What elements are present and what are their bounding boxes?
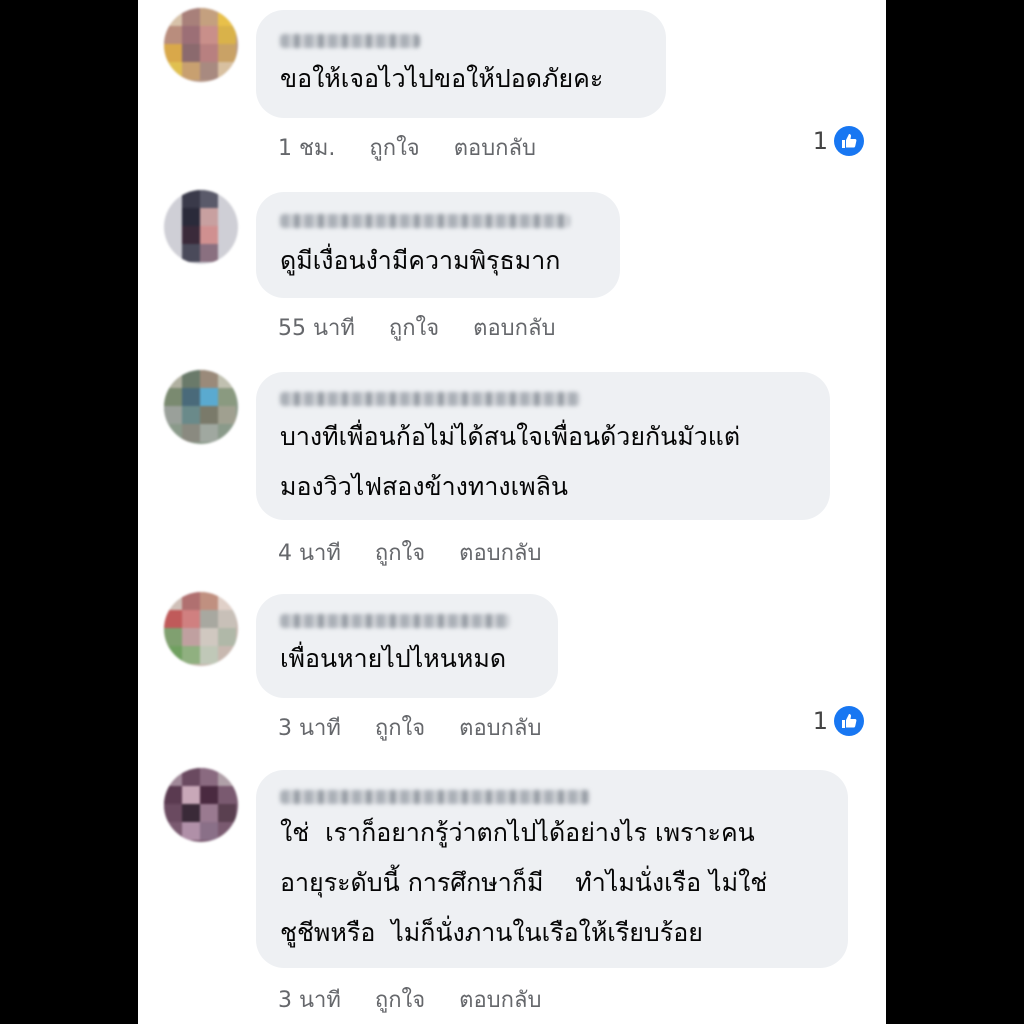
- comment-bubble: เพื่อนหายไปไหนหมด: [256, 594, 558, 698]
- comment-time[interactable]: 4 นาที: [278, 535, 341, 570]
- avatar[interactable]: [164, 592, 238, 666]
- reply-link[interactable]: ตอบกลับ: [459, 710, 541, 745]
- author-name-blurred[interactable]: [280, 214, 570, 228]
- comment-meta: 55 นาที ถูกใจ ตอบกลับ: [278, 310, 555, 345]
- like-link[interactable]: ถูกใจ: [369, 130, 419, 165]
- reply-link[interactable]: ตอบกลับ: [459, 982, 541, 1017]
- comment-time[interactable]: 1 ชม.: [278, 130, 335, 165]
- reaction-summary[interactable]: 1: [813, 126, 864, 156]
- reaction-count: 1: [812, 127, 828, 155]
- author-name-blurred[interactable]: [280, 614, 510, 628]
- thumbs-up-icon: [834, 706, 864, 736]
- avatar[interactable]: [164, 8, 238, 82]
- reply-link[interactable]: ตอบกลับ: [473, 310, 555, 345]
- author-name-blurred[interactable]: [280, 392, 580, 406]
- reply-link[interactable]: ตอบกลับ: [454, 130, 536, 165]
- author-name-blurred[interactable]: [280, 34, 420, 48]
- comment-meta: 3 นาที ถูกใจ ตอบกลับ: [278, 710, 541, 745]
- comment-text: ขอให้เจอไวไปขอให้ปอดภัยคะ: [280, 64, 604, 93]
- comment-bubble: บางทีเพื่อนก้อไม่ได้สนใจเพื่อนด้วยกันมัว…: [256, 372, 830, 520]
- comment-text: บางทีเพื่อนก้อไม่ได้สนใจเพื่อนด้วยกันมัว…: [280, 422, 741, 501]
- avatar[interactable]: [164, 190, 238, 264]
- comment-time[interactable]: 3 นาที: [278, 982, 341, 1017]
- like-link[interactable]: ถูกใจ: [375, 710, 425, 745]
- comment-text: ใช่ เราก็อยากรู้ว่าตกไปได้อย่างไร เพราะค…: [280, 818, 768, 947]
- like-link[interactable]: ถูกใจ: [389, 310, 439, 345]
- comment-meta: 4 นาที ถูกใจ ตอบกลับ: [278, 535, 541, 570]
- comments-panel: ขอให้เจอไวไปขอให้ปอดภัยคะ 1 ชม. ถูกใจ ตอ…: [138, 0, 886, 1024]
- avatar[interactable]: [164, 370, 238, 444]
- reply-link[interactable]: ตอบกลับ: [459, 535, 541, 570]
- reaction-count: 1: [812, 707, 828, 735]
- comment-text: เพื่อนหายไปไหนหมด: [280, 644, 507, 673]
- comment-meta: 1 ชม. ถูกใจ ตอบกลับ: [278, 130, 536, 165]
- avatar[interactable]: [164, 768, 238, 842]
- like-link[interactable]: ถูกใจ: [375, 982, 425, 1017]
- author-name-blurred[interactable]: [280, 790, 590, 804]
- comment-time[interactable]: 3 นาที: [278, 710, 341, 745]
- comment-bubble: ดูมีเงื่อนงำมีความพิรุธมาก: [256, 192, 620, 298]
- comment-bubble: ขอให้เจอไวไปขอให้ปอดภัยคะ: [256, 10, 666, 118]
- comment-meta: 3 นาที ถูกใจ ตอบกลับ: [278, 982, 541, 1017]
- reaction-summary[interactable]: 1: [813, 706, 864, 736]
- comment-time[interactable]: 55 นาที: [278, 310, 355, 345]
- like-link[interactable]: ถูกใจ: [375, 535, 425, 570]
- comment-text: ดูมีเงื่อนงำมีความพิรุธมาก: [280, 246, 561, 275]
- thumbs-up-icon: [834, 126, 864, 156]
- comment-bubble: ใช่ เราก็อยากรู้ว่าตกไปได้อย่างไร เพราะค…: [256, 770, 848, 968]
